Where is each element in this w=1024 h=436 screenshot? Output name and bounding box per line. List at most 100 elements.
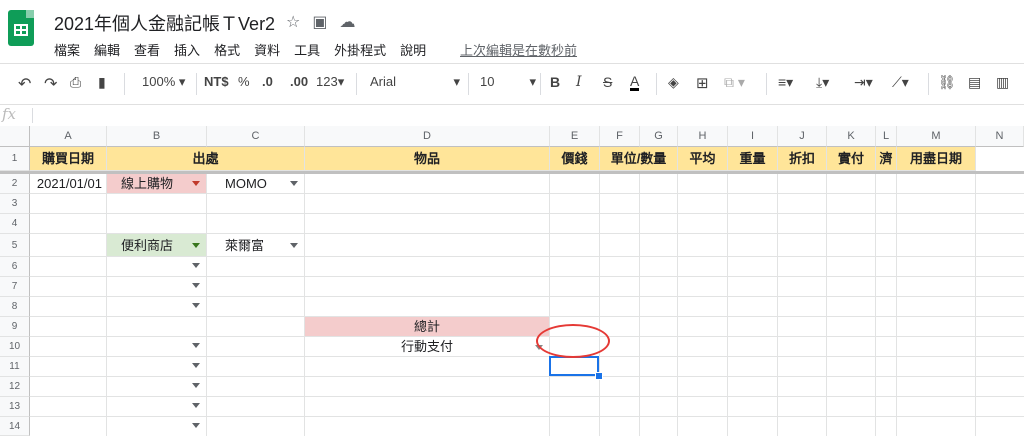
cell-m1[interactable]: 用盡日期 [897,147,976,171]
undo-icon[interactable]: ↶ [18,74,31,94]
decrease-decimal-button[interactable]: .0 [262,74,273,89]
row-header-8[interactable]: 8 [0,297,30,317]
cell-l1[interactable]: 濟 [876,147,897,171]
dropdown-arrow-icon[interactable] [192,383,200,388]
insert-chart-icon[interactable]: ▥ [996,74,1009,91]
last-edit-link[interactable]: 上次編輯是在數秒前 [460,40,577,59]
menu-edit[interactable]: 編輯 [94,40,120,59]
menu-tools[interactable]: 工具 [294,40,320,59]
text-color-button[interactable]: A [630,74,640,91]
insert-link-icon[interactable]: ⛓ [938,74,956,91]
menu-view[interactable]: 查看 [134,40,160,59]
strikethrough-button[interactable]: S [603,74,612,90]
menu-addons[interactable]: 外掛程式 [334,40,386,59]
cell-d1[interactable]: 物品 [305,147,550,171]
row-header-5[interactable]: 5 [0,234,30,257]
cell-b1[interactable]: 出處 [107,147,305,171]
zoom-select[interactable]: 100% ▾ [142,74,185,90]
insert-comment-icon[interactable]: ▤ [968,74,981,91]
document-title[interactable]: 2021年個人金融記帳ＴVer2 [54,10,275,36]
star-icon[interactable]: ☆ [286,12,300,32]
font-size-select[interactable]: 10 ▾ [480,74,536,89]
cell-f1[interactable]: 單位/數量 [600,147,678,171]
col-header-d[interactable]: D [305,126,550,147]
percent-button[interactable]: % [238,74,250,89]
dropdown-arrow-icon[interactable] [290,181,298,186]
font-select[interactable]: Arial ▾ [370,74,460,89]
col-header-g[interactable]: G [640,126,678,147]
cell-d10[interactable]: 行動支付 [305,337,550,357]
selected-cell-e11[interactable] [549,356,599,376]
col-header-k[interactable]: K [827,126,876,147]
currency-button[interactable]: NT$ [204,74,229,89]
col-header-n[interactable]: N [976,126,1024,147]
row-header-2[interactable]: 2 [0,174,30,194]
fill-color-icon[interactable]: ◈ [668,74,679,91]
col-header-m[interactable]: M [897,126,976,147]
print-icon[interactable]: ⎙ [70,74,81,91]
dropdown-arrow-icon[interactable] [290,243,298,248]
dropdown-arrow-icon[interactable] [192,303,200,308]
menu-data[interactable]: 資料 [254,40,280,59]
col-header-b[interactable]: B [107,126,207,147]
align-horizontal-icon[interactable]: ≡▾ [778,74,793,91]
fill-handle[interactable] [595,372,603,380]
bold-button[interactable]: B [550,74,560,90]
text-wrap-icon[interactable]: ⇥▾ [854,74,873,91]
row-header-10[interactable]: 10 [0,337,30,357]
col-header-e[interactable]: E [550,126,600,147]
cell-d9[interactable]: 總計 [305,317,550,337]
col-header-i[interactable]: I [728,126,778,147]
dropdown-arrow-icon[interactable] [192,403,200,408]
row-header-3[interactable]: 3 [0,194,30,214]
row-header-13[interactable]: 13 [0,397,30,417]
dropdown-arrow-icon[interactable] [192,263,200,268]
align-vertical-icon[interactable]: ⤓▾ [816,74,829,91]
menu-file[interactable]: 檔案 [54,40,80,59]
menu-insert[interactable]: 插入 [174,40,200,59]
sheets-logo[interactable] [8,10,34,46]
cell-i1[interactable]: 重量 [728,147,778,171]
cell-a2[interactable]: 2021/01/01 [30,174,107,194]
borders-icon[interactable]: ⊞ [696,74,709,92]
col-header-f[interactable]: F [600,126,640,147]
cloud-status-icon[interactable]: ☁ [339,12,355,32]
italic-button[interactable]: I [576,74,582,90]
select-all-corner[interactable] [0,126,30,147]
row-header-7[interactable]: 7 [0,277,30,297]
row-header-6[interactable]: 6 [0,257,30,277]
col-header-j[interactable]: J [778,126,827,147]
row-header-4[interactable]: 4 [0,214,30,234]
dropdown-arrow-icon[interactable] [192,243,200,248]
menu-format[interactable]: 格式 [214,40,240,59]
dropdown-arrow-icon[interactable] [192,423,200,428]
dropdown-arrow-icon[interactable] [192,363,200,368]
cell-j1[interactable]: 折扣 [778,147,827,171]
row-header-12[interactable]: 12 [0,377,30,397]
increase-decimal-button[interactable]: .00 [290,74,308,89]
dropdown-arrow-icon[interactable] [192,181,200,186]
cell-h1[interactable]: 平均 [678,147,728,171]
col-header-c[interactable]: C [207,126,305,147]
col-header-l[interactable]: L [876,126,897,147]
cell-e1[interactable]: 價錢 [550,147,600,171]
cell-k1[interactable]: 實付 [827,147,876,171]
col-header-h[interactable]: H [678,126,728,147]
cell-a1[interactable]: 購買日期 [30,147,107,171]
cell-b5[interactable]: 便利商店 [107,234,207,257]
redo-icon[interactable]: ↷ [44,74,57,94]
row-header-1[interactable]: 1 [0,147,30,171]
dropdown-arrow-icon[interactable] [192,283,200,288]
menu-help[interactable]: 說明 [400,40,426,59]
row-header-9[interactable]: 9 [0,317,30,337]
cell-c2[interactable]: MOMO [207,174,305,194]
merge-cells-icon[interactable]: ⧉ ▾ [724,74,745,91]
text-rotate-icon[interactable]: ⟋▾ [892,74,909,91]
cell-c5[interactable]: 萊爾富 [207,234,305,257]
paint-format-icon[interactable]: ▮ [98,74,106,91]
row-header-14[interactable]: 14 [0,417,30,436]
more-formats-select[interactable]: 123▾ [316,74,344,90]
col-header-a[interactable]: A [30,126,107,147]
dropdown-arrow-icon[interactable] [192,343,200,348]
move-folder-icon[interactable]: ▣ [312,12,327,32]
